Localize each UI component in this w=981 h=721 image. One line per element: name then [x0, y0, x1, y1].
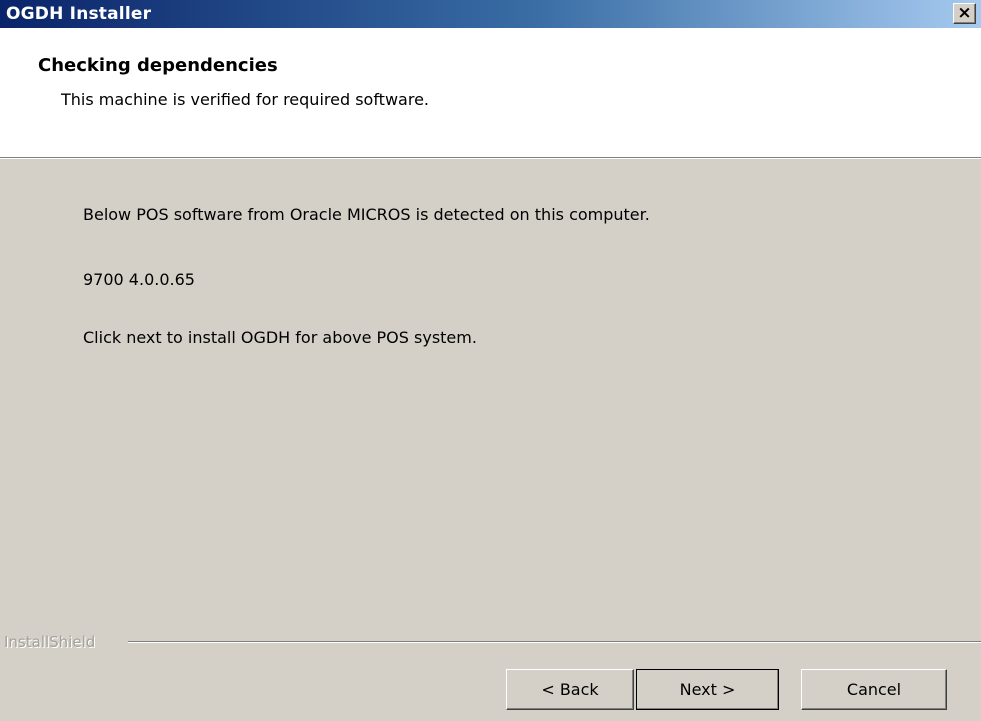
window-title: OGDH Installer: [6, 4, 152, 24]
page-title: Checking dependencies: [38, 55, 278, 76]
install-instruction: Click next to install OGDH for above POS…: [83, 328, 477, 347]
close-icon[interactable]: ×: [953, 3, 976, 24]
cancel-button[interactable]: Cancel: [801, 669, 947, 710]
title-bar: OGDH Installer ×: [0, 0, 981, 28]
detected-software-message: Below POS software from Oracle MICROS is…: [83, 205, 650, 224]
footer-divider: [128, 641, 981, 643]
installshield-divider: InstallShield: [0, 633, 981, 651]
header-divider: [0, 157, 981, 159]
detected-version: 9700 4.0.0.65: [83, 270, 195, 289]
header-panel: Checking dependencies This machine is ve…: [0, 28, 981, 157]
page-subtitle: This machine is verified for required so…: [61, 90, 429, 109]
back-button[interactable]: < Back: [506, 669, 634, 710]
installshield-label: InstallShield: [4, 633, 102, 651]
next-button[interactable]: Next >: [636, 669, 779, 710]
